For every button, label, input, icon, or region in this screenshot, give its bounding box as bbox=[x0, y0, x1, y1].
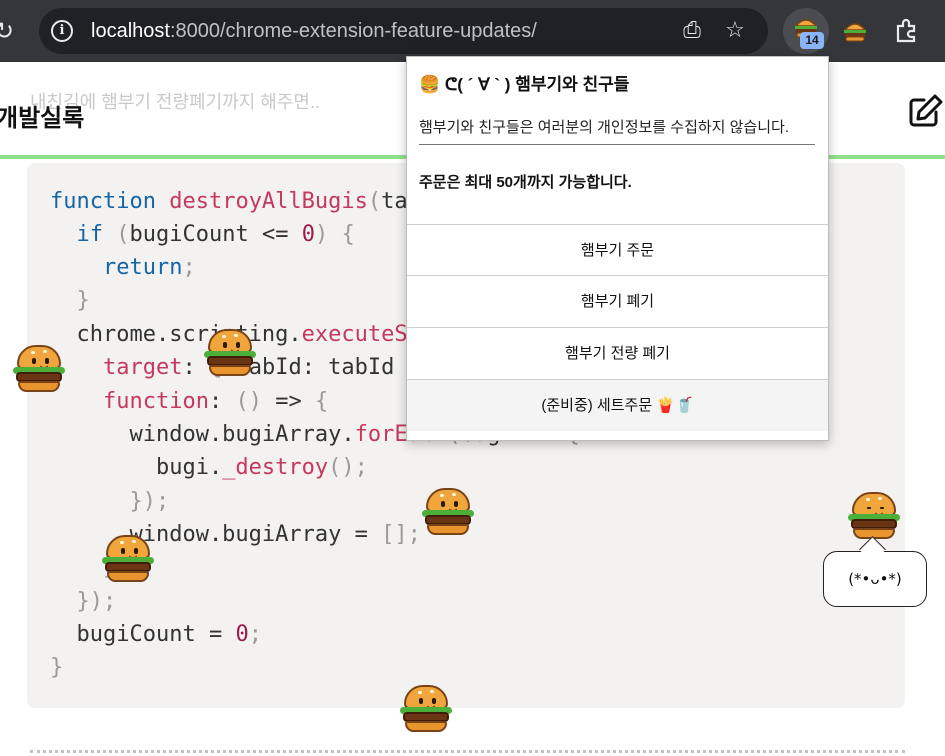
address-bar[interactable]: i localhost:8000/chrome-extension-featur… bbox=[39, 8, 768, 54]
site-title[interactable]: 개발실록 bbox=[0, 98, 84, 133]
code-line: return; bbox=[102, 255, 196, 280]
section-divider bbox=[30, 750, 905, 753]
burger-sprite[interactable] bbox=[848, 490, 900, 540]
extension-count-badge: 14 bbox=[800, 32, 824, 49]
url-path: :8000/chrome-extension-feature-updates/ bbox=[169, 20, 537, 42]
code-line: } bbox=[50, 655, 64, 680]
order-limit-note: 주문은 최대 50개까지 가능합니다. bbox=[419, 174, 632, 191]
discard-burger-button[interactable]: 햄부기 폐기 bbox=[407, 275, 828, 327]
burger-sprite[interactable] bbox=[13, 343, 65, 393]
code-line: }); bbox=[129, 489, 170, 514]
edit-icon[interactable] bbox=[906, 92, 944, 130]
set-order-button[interactable]: (준비중) 세트주문 🍟🥤 bbox=[407, 379, 828, 431]
site-info-icon[interactable]: i bbox=[51, 20, 73, 42]
puzzle-extensions-icon[interactable] bbox=[891, 14, 921, 48]
reload-icon[interactable]: ↻ bbox=[0, 14, 16, 48]
burger-sprite[interactable] bbox=[102, 533, 154, 583]
code-line: function: () => { bbox=[102, 389, 329, 414]
popup-divider bbox=[419, 144, 815, 145]
code-line: bugi._destroy(); bbox=[50, 455, 368, 480]
extension-popup: 🍔 ᕦ( ´ ∀ ` ) 햄부기와 친구들 햄부기와 친구들은 여러분의 개인정… bbox=[406, 56, 829, 441]
order-burger-button[interactable]: 햄부기 주문 bbox=[407, 224, 828, 276]
burger-sprite[interactable] bbox=[422, 486, 474, 536]
bookmark-star-icon[interactable]: ☆ bbox=[722, 18, 748, 44]
code-line: bugiCount = 0; bbox=[50, 622, 262, 647]
url-host: localhost bbox=[91, 20, 170, 42]
burger-sprite[interactable] bbox=[204, 327, 256, 377]
browser-toolbar: ↻ i localhost:8000/chrome-extension-feat… bbox=[0, 0, 945, 62]
code-line: } bbox=[76, 288, 90, 313]
code-line: function destroyAllBugis(ta bbox=[50, 189, 408, 214]
burger-pinned-icon[interactable] bbox=[842, 18, 868, 44]
popup-title: 🍔 ᕦ( ´ ∀ ` ) 햄부기와 친구들 bbox=[419, 75, 630, 94]
url-text[interactable]: localhost:8000/chrome-extension-feature-… bbox=[91, 19, 537, 43]
discard-all-burgers-button[interactable]: 햄부기 전량 폐기 bbox=[407, 327, 828, 379]
install-app-icon[interactable]: ⎙ bbox=[679, 18, 705, 44]
code-line: }); bbox=[76, 589, 117, 614]
burger-sprite[interactable] bbox=[400, 683, 452, 733]
privacy-notice: 햄부기와 친구들은 여러분의 개인정보를 수집하지 않습니다. bbox=[419, 119, 790, 136]
code-line: if (bugiCount <= 0) { bbox=[76, 222, 355, 247]
